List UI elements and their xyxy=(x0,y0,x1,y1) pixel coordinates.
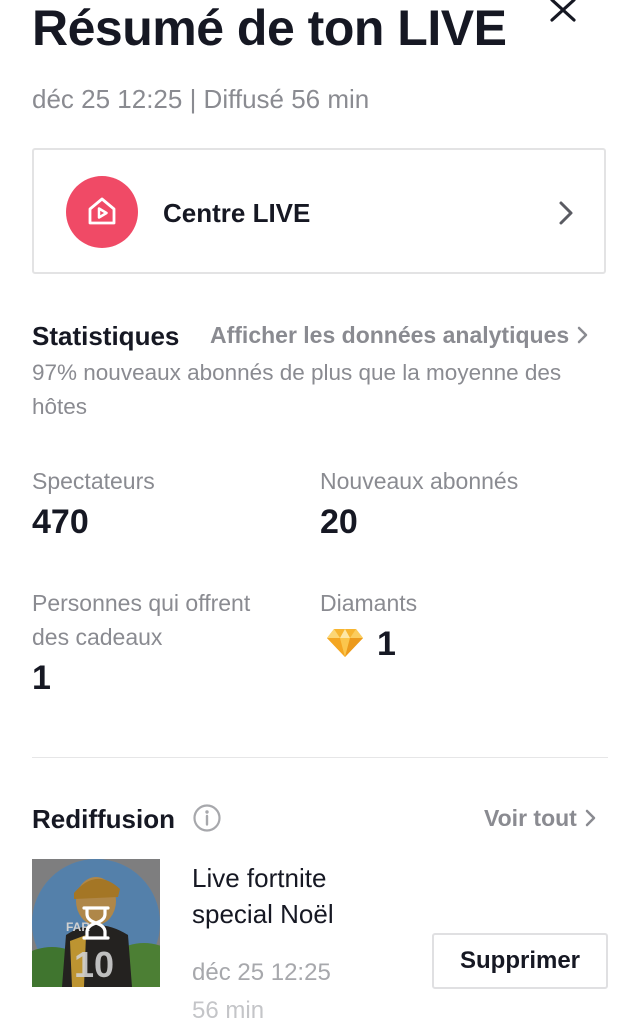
stat-label-gifters: Personnes qui offrent des cadeaux xyxy=(32,590,251,650)
analytics-link[interactable]: Afficher les données analytiques xyxy=(210,320,588,350)
delete-button[interactable]: Supprimer xyxy=(432,933,608,989)
replay-title[interactable]: Live fortnite special Noël xyxy=(192,860,412,932)
replay-thumbnail[interactable]: FAR 10 xyxy=(32,859,160,987)
stat-label-new-followers: Nouveaux abonnés xyxy=(320,468,519,494)
chevron-right-icon xyxy=(585,809,596,827)
live-center-card[interactable]: Centre LIVE xyxy=(32,148,606,274)
stream-info: déc 25 12:25 | Diffusé 56 min xyxy=(32,84,370,114)
stats-comparison-note: 97% nouveaux abonnés de plus que la moye… xyxy=(32,360,562,419)
stat-label-diamonds: Diamants xyxy=(320,590,418,616)
stat-label-viewers: Spectateurs xyxy=(32,468,155,494)
stat-value-new-followers: 20 xyxy=(320,503,358,541)
close-icon[interactable] xyxy=(546,0,580,28)
analytics-link-label: Afficher les données analytiques xyxy=(210,322,570,348)
stats-heading: Statistiques xyxy=(32,321,180,351)
replay-date: déc 25 12:25 xyxy=(192,959,331,986)
see-all-label: Voir tout xyxy=(484,805,577,831)
stat-value-viewers: 470 xyxy=(32,503,89,541)
stat-value-gifters: 1 xyxy=(32,659,51,697)
section-divider xyxy=(32,757,608,758)
replay-duration: 56 min xyxy=(192,997,265,1024)
replay-heading: Rediffusion xyxy=(32,804,175,834)
chevron-right-icon xyxy=(577,326,588,344)
diamond-icon xyxy=(327,629,363,657)
see-all-link[interactable]: Voir tout xyxy=(484,803,596,833)
live-center-label: Centre LIVE xyxy=(163,198,311,228)
stat-value-diamonds: 1 xyxy=(377,625,396,663)
live-house-play-icon xyxy=(66,176,138,248)
page-title: Résumé de ton LIVE xyxy=(32,0,507,56)
info-icon[interactable] xyxy=(192,803,222,833)
chevron-right-icon xyxy=(559,201,573,225)
